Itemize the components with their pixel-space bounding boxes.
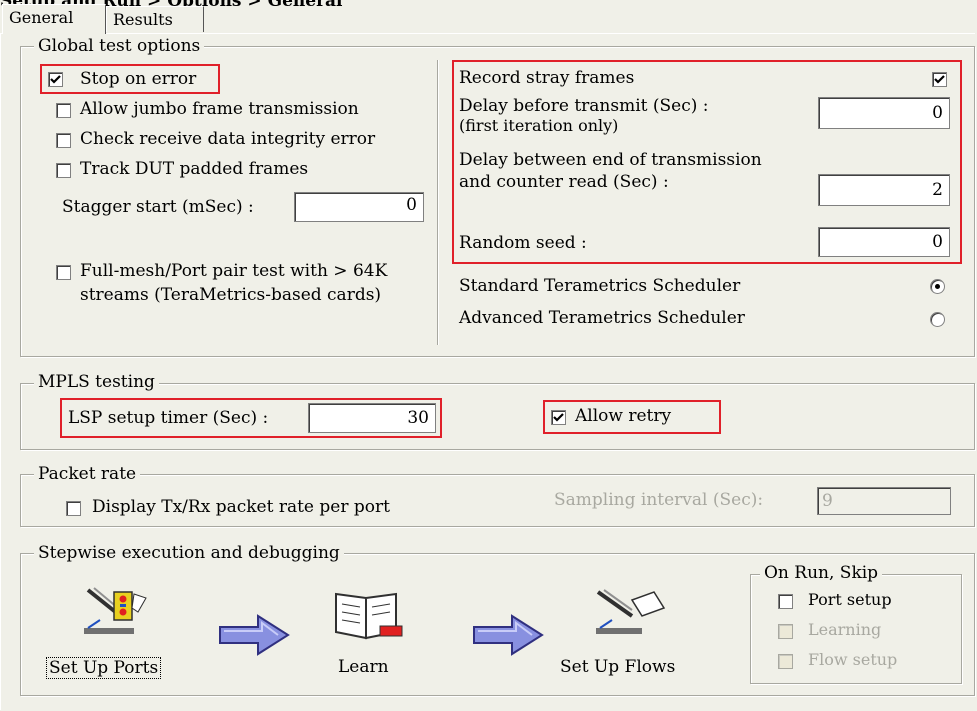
allow-jumbo-label: Allow jumbo frame transmission [80, 99, 359, 119]
display-rate-checkbox[interactable] [66, 501, 81, 516]
set-up-flows-label: Set Up Flows [560, 657, 676, 677]
advanced-scheduler-label: Advanced Terametrics Scheduler [459, 308, 745, 328]
on-run-skip-legend: On Run, Skip [760, 563, 883, 583]
allow-retry-label: Allow retry [575, 406, 672, 426]
vertical-divider [437, 60, 439, 345]
full-mesh-label-line2: streams (TeraMetrics-based cards) [80, 285, 382, 305]
set-up-ports-icon[interactable] [74, 584, 158, 644]
stagger-start-input[interactable]: 0 [294, 192, 424, 222]
standard-scheduler-label: Standard Terametrics Scheduler [459, 276, 741, 296]
stop-on-error-label: Stop on error [80, 69, 197, 89]
delay-counter-label-line1: Delay between end of transmission [459, 150, 762, 170]
set-up-ports-button[interactable]: Set Up Ports [46, 657, 162, 679]
packet-rate-legend: Packet rate [34, 464, 141, 484]
sampling-interval-input[interactable]: 9 [817, 487, 951, 515]
check-integrity-label: Check receive data integrity error [80, 129, 376, 149]
standard-scheduler-radio[interactable] [930, 279, 945, 294]
delay-counter-label-line2: and counter read (Sec) : [459, 172, 669, 192]
tab-general[interactable]: General [2, 4, 106, 34]
check-icon [934, 75, 945, 84]
track-dut-label: Track DUT padded frames [80, 159, 309, 179]
full-mesh-checkbox[interactable] [56, 265, 71, 280]
lsp-setup-timer-label: LSP setup timer (Sec) : [68, 408, 269, 428]
record-stray-checkbox[interactable] [932, 72, 947, 87]
mpls-testing-legend: MPLS testing [34, 372, 159, 392]
global-test-options-legend: Global test options [34, 36, 205, 56]
display-rate-label: Display Tx/Rx packet rate per port [92, 497, 390, 517]
advanced-scheduler-radio[interactable] [930, 312, 945, 327]
flow-setup-label: Flow setup [808, 650, 898, 669]
learning-checkbox[interactable] [778, 624, 793, 639]
check-icon [50, 75, 61, 84]
arrow-right-icon [472, 614, 544, 661]
delay-counter-input[interactable]: 2 [818, 174, 950, 206]
tab-results[interactable]: Results [106, 6, 204, 32]
record-stray-label: Record stray frames [459, 68, 635, 88]
port-setup-label: Port setup [808, 590, 892, 609]
flow-setup-checkbox[interactable] [778, 654, 793, 669]
stagger-start-label: Stagger start (mSec) : [62, 197, 254, 217]
allow-jumbo-checkbox[interactable] [56, 103, 71, 118]
sampling-interval-label: Sampling interval (Sec): [554, 490, 764, 510]
random-seed-input[interactable]: 0 [818, 227, 950, 257]
learning-label: Learning [808, 620, 882, 639]
delay-transmit-input[interactable]: 0 [818, 97, 950, 129]
allow-retry-checkbox[interactable] [551, 410, 566, 425]
track-dut-checkbox[interactable] [56, 163, 71, 178]
full-mesh-label-line1: Full-mesh/Port pair test with > 64K [80, 261, 388, 281]
stop-on-error-checkbox[interactable] [48, 72, 63, 87]
port-setup-checkbox[interactable] [778, 594, 793, 609]
learn-icon[interactable] [330, 586, 410, 646]
random-seed-label: Random seed : [459, 233, 587, 253]
lsp-setup-timer-input[interactable]: 30 [308, 403, 436, 433]
set-up-flows-icon[interactable] [588, 584, 672, 644]
learn-label: Learn [338, 657, 389, 677]
check-integrity-checkbox[interactable] [56, 133, 71, 148]
check-icon [553, 413, 564, 422]
delay-transmit-label-line1: Delay before transmit (Sec) : [459, 96, 709, 116]
stepwise-legend: Stepwise execution and debugging [34, 543, 344, 563]
arrow-right-icon [218, 614, 290, 661]
delay-transmit-label-line2: (first iteration only) [459, 116, 619, 135]
